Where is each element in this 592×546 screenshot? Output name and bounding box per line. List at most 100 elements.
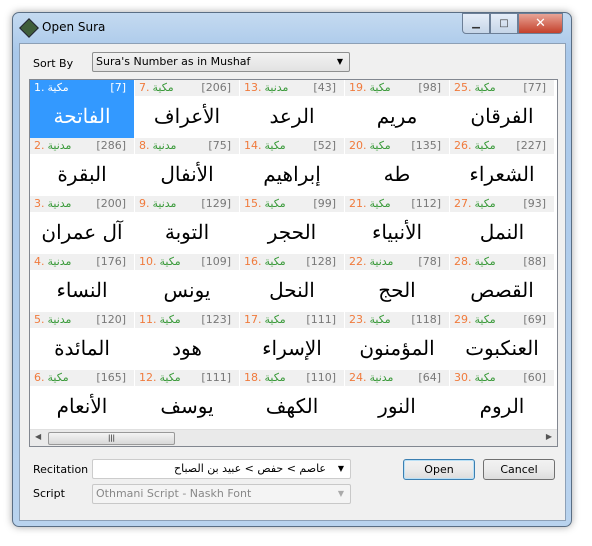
sura-type: مدنية (47, 313, 72, 326)
sura-type: مكية (474, 255, 496, 268)
sura-name: العنكبوت (465, 336, 539, 360)
cancel-button[interactable]: Cancel (483, 459, 555, 480)
verse-count: [120] (96, 313, 126, 326)
sura-number: 21 (349, 197, 363, 210)
sura-cell[interactable]: 18. مكية [110] الكهف (240, 370, 344, 428)
sura-number-dot: . (258, 139, 262, 152)
sura-header: 4. مدنية [176] (30, 254, 134, 270)
verse-count: [206] (201, 81, 231, 94)
sura-name: الفاتحة (30, 96, 134, 138)
horizontal-scrollbar[interactable]: ◀ ||| ▶ (30, 429, 557, 446)
sura-name: القصص (470, 278, 534, 302)
sura-number-dot: . (258, 313, 262, 326)
sura-type: مدنية (47, 255, 72, 268)
sura-cell[interactable]: 29. مكية [69] العنكبوت (450, 312, 554, 370)
sura-name: الكهف (265, 394, 319, 418)
recitation-select[interactable]: عاصم > حفص > عبيد بن الصباح ▼ (92, 459, 351, 479)
recitation-label: Recitation (33, 463, 89, 476)
sura-cell[interactable]: 5. مدنية [120] المائدة (30, 312, 134, 370)
sura-cell[interactable]: 20. مكية [135] طه (345, 138, 449, 196)
sura-name: الأنعام (56, 394, 108, 418)
sura-cell[interactable]: 2. مدنية [286] البقرة (30, 138, 134, 196)
sura-cell[interactable]: 30. مكية [60] الروم (450, 370, 554, 428)
sura-cell[interactable]: 12. مكية [111] يوسف (135, 370, 239, 428)
verse-count: [227] (516, 139, 546, 152)
sura-number: 27 (454, 197, 468, 210)
sura-type: مدنية (369, 371, 394, 384)
sura-number-dot: . (41, 81, 45, 94)
open-button[interactable]: Open (403, 459, 475, 480)
sura-cell[interactable]: 11. مكية [123] هود (135, 312, 239, 370)
sura-cell[interactable]: 16. مكية [128] النحل (240, 254, 344, 312)
sura-header: 27. مكية [93] (450, 196, 554, 212)
scrollbar-thumb[interactable]: ||| (48, 432, 175, 445)
sura-cell[interactable]: 13. مدنية [43] الرعد (240, 80, 344, 138)
sura-number-dot: . (363, 313, 367, 326)
sura-number-dot: . (363, 371, 367, 384)
sura-number: 16 (244, 255, 258, 268)
window-title: Open Sura (42, 20, 106, 34)
sura-type: مكية (369, 81, 391, 94)
scroll-left-icon[interactable]: ◀ (35, 432, 41, 441)
sura-number: 24 (349, 371, 363, 384)
sura-name: هود (172, 336, 202, 360)
verse-count: [286] (96, 139, 126, 152)
sura-cell[interactable]: 21. مكية [112] الأنبياء (345, 196, 449, 254)
verse-count: [128] (306, 255, 336, 268)
sura-name: يوسف (160, 394, 214, 418)
sura-type: مكية (159, 371, 181, 384)
sura-cell[interactable]: 22. مدنية [78] الحج (345, 254, 449, 312)
sura-header: 14. مكية [52] (240, 138, 344, 154)
sura-cell[interactable]: 14. مكية [52] إبراهيم (240, 138, 344, 196)
sura-type: مكية (159, 313, 181, 326)
sura-cell[interactable]: 23. مكية [118] المؤمنون (345, 312, 449, 370)
sura-header: 19. مكية [98] (345, 80, 449, 96)
sura-cell[interactable]: 27. مكية [93] النمل (450, 196, 554, 254)
sura-name: المؤمنون (359, 336, 435, 360)
sura-cell[interactable]: 9. مدنية [129] التوبة (135, 196, 239, 254)
sura-number-dot: . (41, 197, 45, 210)
sura-cell[interactable]: 3. مدنية [200] آل عمران (30, 196, 134, 254)
sura-cell[interactable]: 17. مكية [111] الإسراء (240, 312, 344, 370)
sura-number-dot: . (146, 139, 150, 152)
sura-cell[interactable]: 7. مكية [206] الأعراف (135, 80, 239, 138)
sura-type: مكية (474, 313, 496, 326)
sura-cell[interactable]: 15. مكية [99] الحجر (240, 196, 344, 254)
sura-number: 9 (139, 197, 146, 210)
sura-type: مكية (474, 197, 496, 210)
sura-number: 25 (454, 81, 468, 94)
sura-grid: 1. مكية [7] الفاتحة 7. مكية [206] الأعراف 13. مدن… (29, 79, 558, 447)
sura-cell[interactable]: 26. مكية [227] الشعراء (450, 138, 554, 196)
sura-name: إبراهيم (263, 162, 321, 186)
sura-cell[interactable]: 10. مكية [109] يونس (135, 254, 239, 312)
sura-cell[interactable]: 25. مكية [77] الفرقان (450, 80, 554, 138)
sura-name: النحل (269, 278, 315, 302)
sura-cell[interactable]: 6. مكية [165] الأنعام (30, 370, 134, 428)
sura-number-dot: . (468, 255, 472, 268)
maximize-button[interactable]: □ (490, 13, 518, 34)
sura-type: مكية (152, 81, 174, 94)
script-select[interactable]: Othmani Script - Naskh Font ▼ (92, 484, 351, 504)
sort-by-value: Sura's Number as in Mushaf (96, 55, 251, 68)
sort-by-select[interactable]: Sura's Number as in Mushaf ▼ (92, 52, 350, 72)
sura-number-dot: . (258, 197, 262, 210)
close-button[interactable]: ✕ (518, 13, 563, 34)
sura-cell[interactable]: 1. مكية [7] الفاتحة (30, 80, 134, 138)
scroll-right-icon[interactable]: ▶ (546, 432, 552, 441)
sura-cell[interactable]: 8. مدنية [75] الأنفال (135, 138, 239, 196)
minimize-button[interactable]: ▁ (462, 13, 490, 34)
sura-cell[interactable]: 24. مدنية [64] النور (345, 370, 449, 428)
sura-type: مكية (159, 255, 181, 268)
chevron-down-icon: ▼ (337, 489, 344, 498)
sura-cell[interactable]: 19. مكية [98] مريم (345, 80, 449, 138)
sura-number-dot: . (363, 139, 367, 152)
sort-by-label: Sort By (33, 57, 74, 70)
dialog-body: Sort By Sura's Number as in Mushaf ▼ 1. م… (19, 43, 566, 521)
sura-cell[interactable]: 4. مدنية [176] النساء (30, 254, 134, 312)
sura-header: 8. مدنية [75] (135, 138, 239, 154)
sura-number: 8 (139, 139, 146, 152)
verse-count: [99] (313, 197, 336, 210)
sura-name: الأنبياء (371, 220, 423, 244)
sura-number: 29 (454, 313, 468, 326)
sura-cell[interactable]: 28. مكية [88] القصص (450, 254, 554, 312)
